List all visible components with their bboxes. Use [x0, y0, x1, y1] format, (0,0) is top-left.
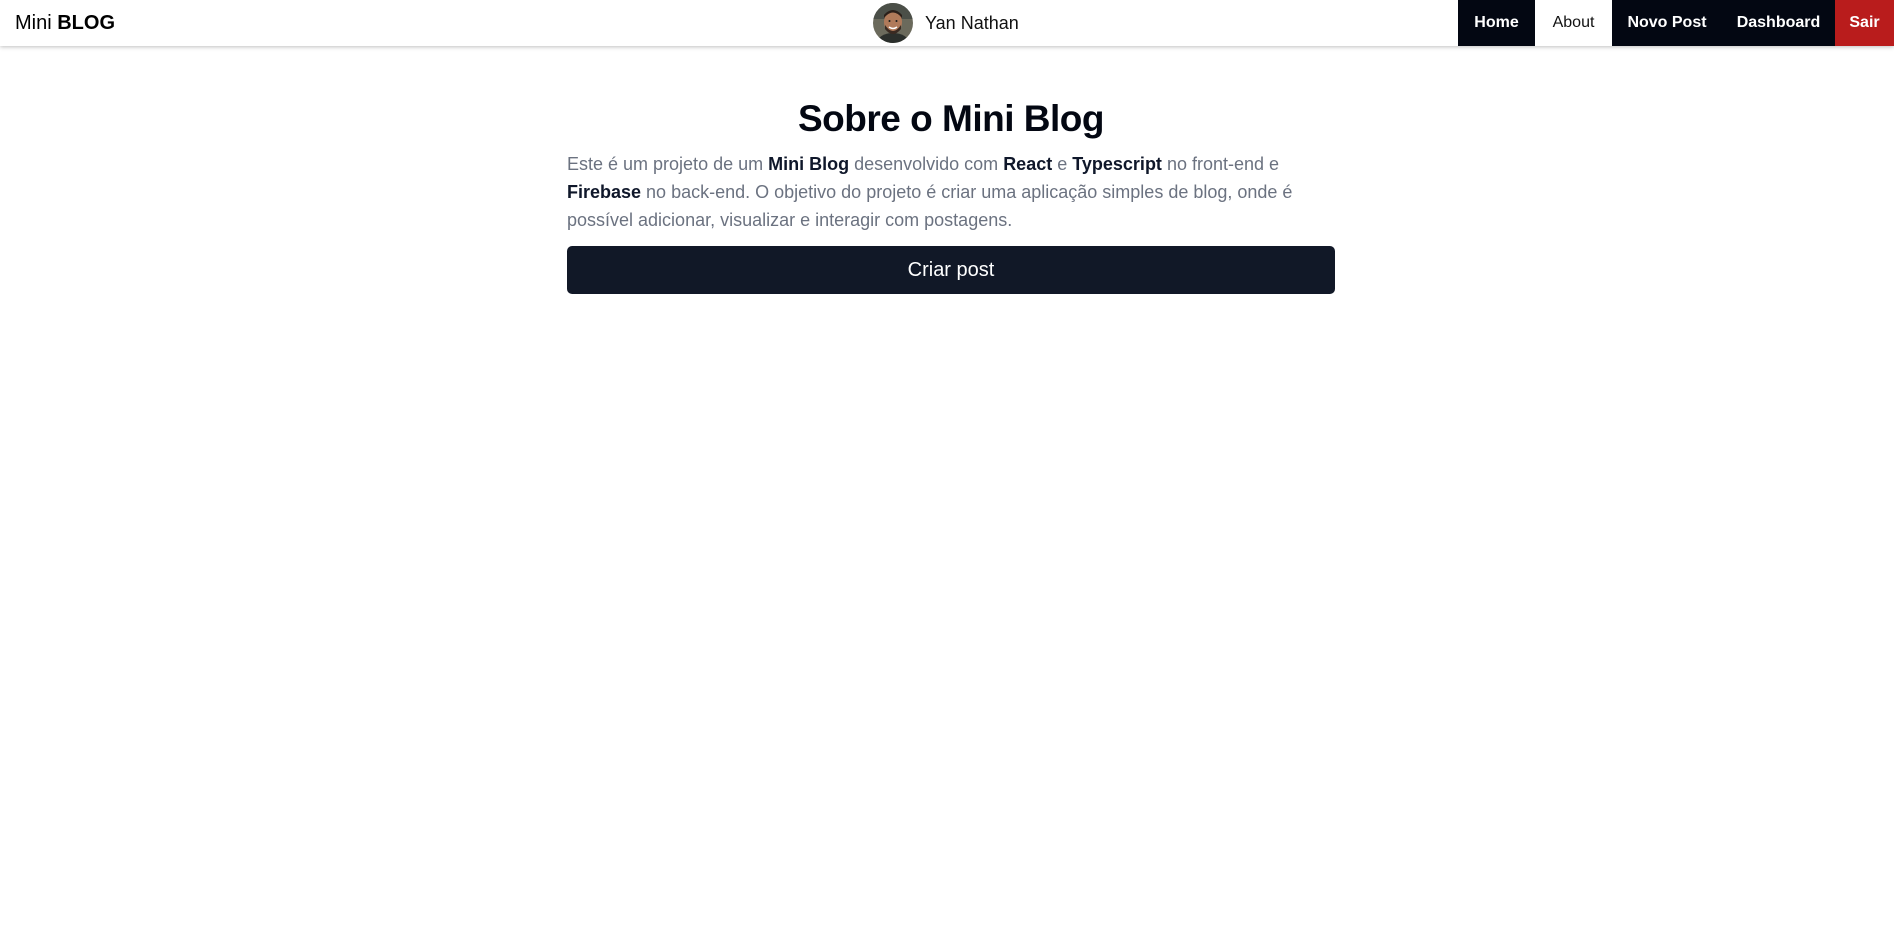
- navbar: Mini BLOG Yan Nathan Home About Novo Pos…: [0, 0, 1894, 46]
- about-description: Este é um projeto de um Mini Blog desenv…: [567, 150, 1335, 234]
- nav-link-dashboard[interactable]: Dashboard: [1722, 0, 1835, 46]
- highlight-typescript: Typescript: [1072, 154, 1162, 174]
- avatar[interactable]: [873, 3, 913, 43]
- highlight-mini-blog: Mini Blog: [768, 154, 850, 174]
- description-text-5: no back-end. O objetivo do projeto é cri…: [567, 182, 1293, 230]
- create-post-button[interactable]: Criar post: [567, 246, 1335, 294]
- user-info: Yan Nathan: [873, 2, 1019, 44]
- brand-prefix: Mini: [15, 12, 52, 34]
- logout-button[interactable]: Sair: [1835, 0, 1894, 46]
- page-title: Sobre o Mini Blog: [798, 98, 1104, 139]
- highlight-react: React: [1003, 154, 1053, 174]
- nav-link-about[interactable]: About: [1535, 0, 1612, 46]
- highlight-firebase: Firebase: [567, 182, 642, 202]
- description-text-4: no front-end e: [1161, 154, 1280, 174]
- nav-link-home[interactable]: Home: [1458, 0, 1535, 46]
- avatar-image: [873, 3, 913, 43]
- nav-links: Home About Novo Post Dashboard Sair: [1458, 0, 1894, 46]
- user-name: Yan Nathan: [925, 12, 1019, 33]
- about-section: Sobre o Mini Blog Este é um projeto de u…: [567, 46, 1335, 294]
- brand-bold: BLOG: [57, 12, 116, 34]
- description-text-3: e: [1052, 154, 1073, 174]
- description-text-1: Este é um projeto de um: [567, 154, 769, 174]
- brand-logo[interactable]: Mini BLOG: [0, 0, 115, 46]
- nav-link-novo-post[interactable]: Novo Post: [1612, 0, 1722, 46]
- description-text-2: desenvolvido com: [849, 154, 1004, 174]
